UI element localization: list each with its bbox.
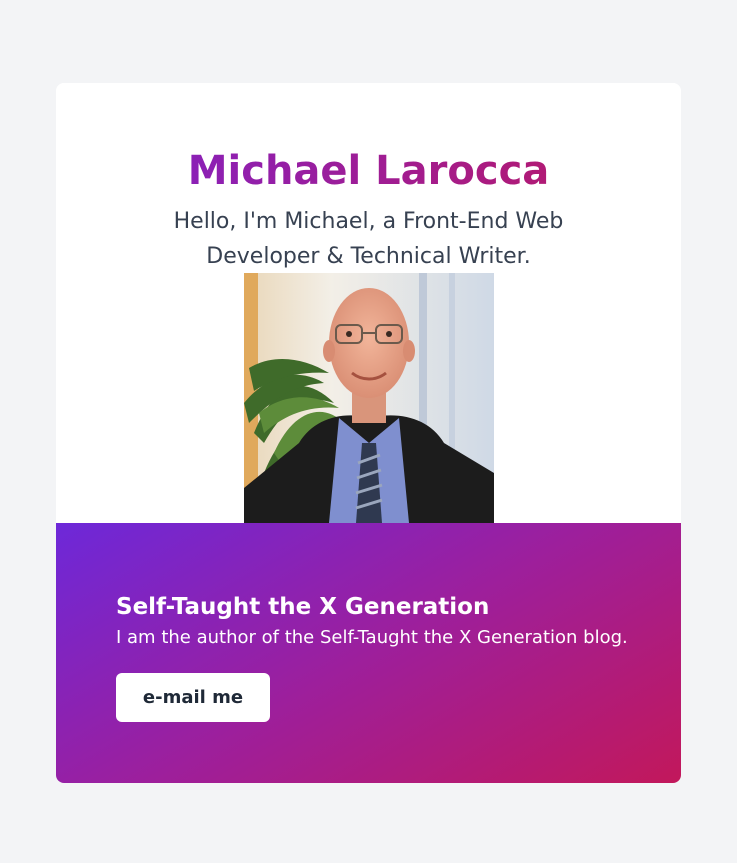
- profile-header: Michael Larocca Hello, I'm Michael, a Fr…: [56, 83, 681, 523]
- blog-title: Self-Taught the X Generation: [116, 594, 490, 620]
- profile-card: Michael Larocca Hello, I'm Michael, a Fr…: [56, 83, 681, 783]
- profile-photo: [244, 273, 494, 523]
- email-button[interactable]: e-mail me: [116, 673, 270, 722]
- blog-description: I am the author of the Self-Taught the X…: [116, 627, 628, 648]
- profile-tagline: Hello, I'm Michael, a Front-End Web Deve…: [173, 209, 564, 269]
- profile-name: Michael Larocca: [56, 143, 681, 199]
- blog-panel: Self-Taught the X Generation I am the au…: [56, 523, 681, 783]
